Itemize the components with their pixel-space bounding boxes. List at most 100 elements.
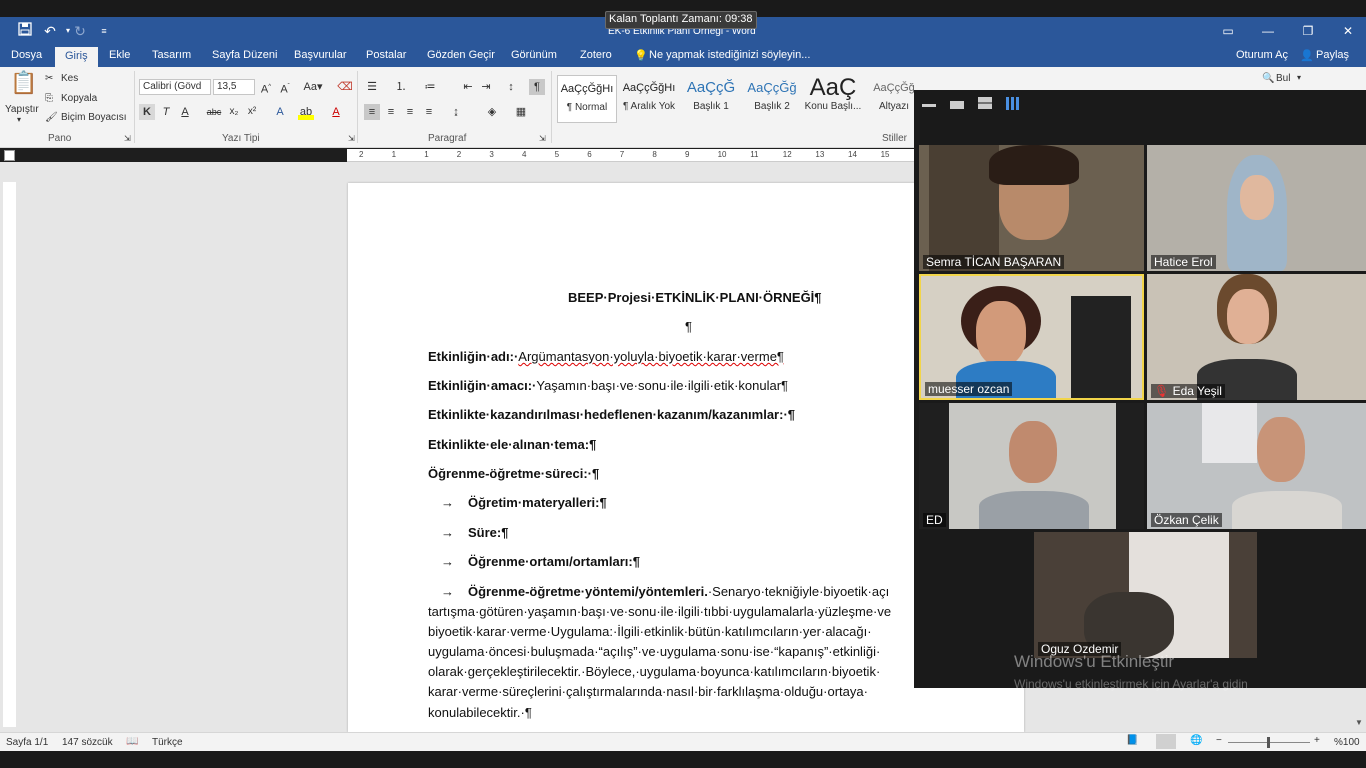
word-count[interactable]: 147 sözcük [62,737,113,748]
zoom-in-icon[interactable]: + [1314,735,1320,746]
justify-icon[interactable]: ≡ [421,104,437,120]
page-count[interactable]: Sayfa 1/1 [6,737,48,748]
zoom-out-icon[interactable]: − [1216,735,1222,746]
method-text-line[interactable]: olarak·gerçekleştirilecektir.·Böylece,·u… [428,664,880,679]
format-painter-button[interactable]: Biçim Boyacısı [61,112,127,123]
decrease-indent-icon[interactable]: ⇤ [460,79,476,95]
superscript-icon[interactable]: x² [244,104,260,120]
clipboard-launcher-icon[interactable]: ⇲ [124,134,131,143]
grow-font-icon[interactable]: A^ [258,79,274,96]
bullet-duration[interactable]: Süre:¶ [468,525,508,540]
method-text-line[interactable]: konulabilecektir.·¶ [428,705,532,720]
font-launcher-icon[interactable]: ⇲ [348,134,355,143]
bold-icon[interactable]: K [139,104,155,120]
style-title[interactable]: AaÇ Konu Başlı... [803,75,863,123]
underline-icon[interactable]: A [177,104,193,120]
participant-tile[interactable]: Özkan Çelik [1147,403,1366,529]
clear-formatting-icon[interactable]: ⌫ [337,79,353,95]
undo-icon[interactable]: ↶ [40,21,60,41]
shading-icon[interactable]: ◈ [484,104,500,120]
zoom-slider-thumb[interactable] [1267,737,1270,748]
customize-qat-icon[interactable]: ≡ [94,21,114,41]
vertical-ruler[interactable] [3,182,16,727]
document-title-line[interactable]: BEEP·Projesi·ETKİNLİK·PLANI·ÖRNEĞİ¶ [568,290,822,305]
read-mode-icon[interactable]: 📘 [1126,735,1138,746]
align-left-icon[interactable]: ≡ [364,104,380,120]
tab-selector[interactable] [4,150,15,161]
strip-view-icon[interactable] [978,97,992,109]
zoom-level[interactable]: %100 [1334,737,1360,748]
bullet-method[interactable]: Öğrenme-öğretme·yöntemi/yöntemleri.·Sena… [468,584,889,599]
shrink-font-icon[interactable]: Aˇ [277,79,293,96]
maximize-button[interactable]: ❐ [1288,17,1328,45]
style-heading2[interactable]: AaÇçĞğ Başlık 2 [742,75,802,123]
style-heading1[interactable]: AaÇçĞ Başlık 1 [681,75,741,123]
show-marks-icon[interactable]: ¶ [529,79,545,95]
language[interactable]: Türkçe [152,737,183,748]
web-layout-icon[interactable]: 🌐 [1190,735,1202,746]
empty-paragraph[interactable]: ¶ [685,319,692,334]
save-icon[interactable] [15,21,35,41]
bullets-icon[interactable]: ☰ [364,79,380,95]
method-text-line[interactable]: karar·verme·süreçlerini·çalıştırmalarınd… [428,684,868,699]
ribbon-display-icon[interactable]: ▭ [1208,17,1248,45]
redo-icon[interactable]: ↻ [70,21,90,41]
increase-indent-icon[interactable]: ⇥ [478,79,494,95]
clipboard-icon[interactable]: 📋 [10,72,37,103]
font-name-combo[interactable]: Calibri (Gövd [139,79,211,95]
paste-button[interactable]: Yapıştır [5,104,39,115]
horizontal-ruler[interactable]: 2 1 1 2 3 4 5 6 7 8 9 10 11 12 13 14 15 [347,149,922,162]
doc-line-process[interactable]: Öğrenme-öğretme·süreci:·¶ [428,466,599,481]
share-button[interactable]: Paylaş [1316,49,1349,61]
find-button[interactable]: Bul [1276,73,1290,84]
tab-layout[interactable]: Sayfa Düzeni [212,49,277,61]
participant-tile-active[interactable]: muesser ozcan [919,274,1144,400]
doc-line-activity-name[interactable]: Etkinliğin·adı:·Argümantasyon·yoluyla·bi… [428,349,784,364]
proofing-icon[interactable]: 📖 [126,736,138,747]
change-case-icon[interactable]: Aa▾ [302,79,324,95]
numbering-icon[interactable]: ⒈ [393,79,409,95]
text-effects-icon[interactable]: A [272,104,288,120]
paragraph-launcher-icon[interactable]: ⇲ [539,134,546,143]
copy-button[interactable]: Kopyala [61,93,97,104]
italic-icon[interactable]: T [158,104,174,120]
print-layout-icon[interactable] [1156,734,1176,749]
tell-me-search[interactable]: Ne yapmak istediğinizi söyleyin... [649,49,810,61]
participant-tile[interactable]: Oguz Ozdemir [1034,532,1257,658]
doc-line-theme[interactable]: Etkinlikte·ele·alınan·tema:¶ [428,437,596,452]
line-spacing-icon[interactable]: ↨ [448,104,464,120]
scroll-down-icon[interactable]: ▼ [1355,718,1363,727]
tab-review[interactable]: Gözden Geçir [427,49,495,61]
minimize-button[interactable]: — [1248,17,1288,45]
borders-icon[interactable]: ▦ [513,104,529,120]
tab-zotero[interactable]: Zotero [580,49,612,61]
multilevel-list-icon[interactable]: ≔ [422,79,438,95]
tab-insert[interactable]: Ekle [109,49,130,61]
doc-line-outcomes[interactable]: Etkinlikte·kazandırılması·hedeflenen·kaz… [428,407,795,422]
sort-icon[interactable]: ↕ [503,79,519,95]
tab-references[interactable]: Başvurular [294,49,347,61]
subscript-icon[interactable]: x₂ [226,104,242,120]
find-dropdown-icon[interactable]: ▾ [1297,73,1301,82]
sign-in-link[interactable]: Oturum Aç [1236,49,1288,61]
align-right-icon[interactable]: ≡ [402,104,418,120]
tab-mailings[interactable]: Postalar [366,49,406,61]
bullet-environment[interactable]: Öğrenme·ortamı/ortamları:¶ [468,554,640,569]
gallery-view-icon[interactable] [1006,97,1019,110]
method-text-line[interactable]: uygulama·öncesi·buluşmada·“açılış”·ve·uy… [428,644,880,659]
method-text-line[interactable]: biyoetik·karar·verme·Uygulama:·İlgili·et… [428,624,872,639]
speaker-view-icon[interactable] [950,101,964,109]
font-size-combo[interactable]: 13,5 [213,79,255,95]
paste-dropdown-icon[interactable]: ▾ [17,115,21,124]
minimize-icon[interactable] [922,104,936,107]
method-text-line[interactable]: tartışma·götüren·yaşamın·başı·ve·sonu·il… [428,604,891,619]
doc-line-activity-purpose[interactable]: Etkinliğin·amacı:·Yaşamın·başı·ve·sonu·i… [428,378,788,393]
participant-tile[interactable]: 🎙 Eda Yeşil [1147,274,1366,400]
align-center-icon[interactable]: ≡ [383,104,399,120]
tab-view[interactable]: Görünüm [511,49,557,61]
style-no-spacing[interactable]: AaÇçĞğHı ¶ Aralık Yok [619,75,679,123]
cut-button[interactable]: Kes [61,73,78,84]
participant-tile[interactable]: Semra TİCAN BAŞARAN [919,145,1144,271]
tab-home[interactable]: Giriş [55,47,98,67]
style-normal[interactable]: AaÇçĞğHı ¶ Normal [557,75,617,123]
